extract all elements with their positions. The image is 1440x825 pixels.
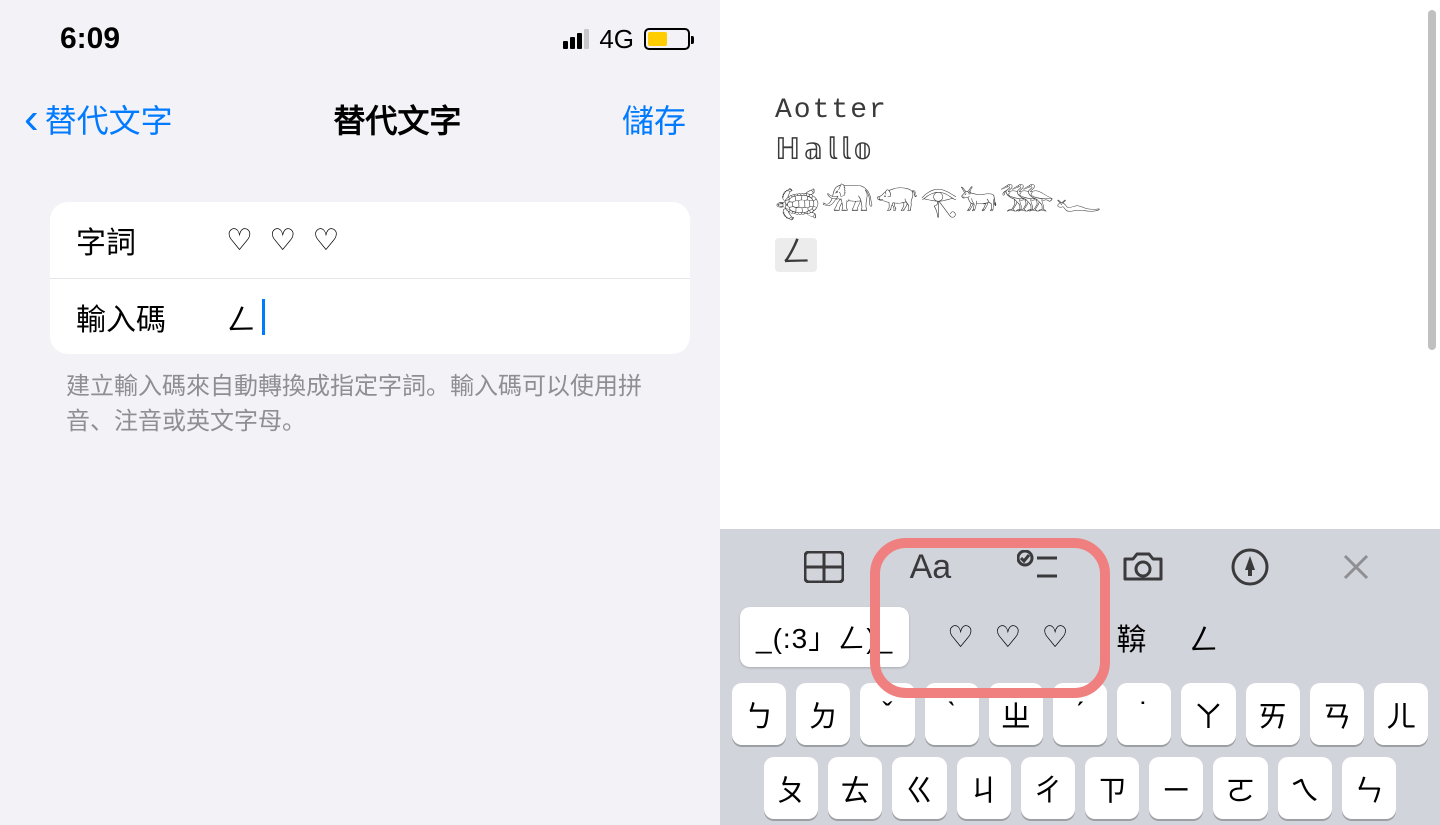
shortcut-value[interactable]: ㄥ — [226, 295, 664, 339]
candidate-2[interactable]: 鞥 — [1113, 609, 1151, 665]
key[interactable]: ㄢ — [1310, 683, 1364, 745]
back-label: 替代文字 — [45, 96, 173, 142]
markup-icon[interactable] — [1226, 547, 1274, 587]
battery-icon — [644, 28, 690, 50]
key[interactable]: ㄚ — [1181, 683, 1235, 745]
key[interactable]: ㄉ — [796, 683, 850, 745]
key-row-1: ㄅ ㄉ ˇ ˋ ㄓ ˊ ˙ ㄚ ㄞ ㄢ ㄦ — [732, 683, 1428, 745]
network-label: 4G — [599, 24, 634, 55]
candidate-0[interactable]: _(:3」ㄥ)_ — [740, 607, 909, 667]
key[interactable]: ㄦ — [1374, 683, 1428, 745]
phrase-value[interactable]: ♡ ♡ ♡ — [226, 223, 664, 258]
chevron-left-icon: ‹ — [24, 108, 39, 130]
keyboard: Aa _(:3」ㄥ)_ ♡ ♡ ♡ 鞥 ㄥ — [720, 529, 1440, 825]
scrollbar[interactable] — [1428, 10, 1436, 350]
table-icon[interactable] — [800, 547, 848, 587]
key[interactable]: ㄣ — [1342, 757, 1396, 819]
back-button[interactable]: ‹ 替代文字 — [24, 96, 173, 142]
key[interactable]: ˇ — [860, 683, 914, 745]
shortcut-label: 輸入碼 — [76, 295, 226, 339]
candidate-3[interactable]: ㄥ — [1185, 609, 1223, 665]
key[interactable]: ㄓ — [989, 683, 1043, 745]
phrase-row[interactable]: 字詞 ♡ ♡ ♡ — [50, 202, 690, 278]
notes-screen: Aotter ℍ𝕒𝕝𝕝𝕠 𓆉𓃰𓃟𓂀𓃒𓅢𓆑 ㄥ Aa — [720, 0, 1440, 825]
camera-icon[interactable] — [1119, 547, 1167, 587]
nav-bar: ‹ 替代文字 替代文字 儲存 — [0, 56, 720, 172]
phrase-label: 字詞 — [76, 218, 226, 262]
key[interactable]: ㄍ — [892, 757, 946, 819]
signal-icon — [563, 29, 589, 49]
key[interactable]: ˊ — [1053, 683, 1107, 745]
key[interactable]: ㄞ — [1246, 683, 1300, 745]
key[interactable]: ㄟ — [1278, 757, 1332, 819]
settings-screen: 6:09 4G ‹ 替代文字 替代文字 儲存 字詞 ♡ ♡ ♡ 輸入碼 — [0, 0, 720, 825]
form-hint: 建立輸入碼來自動轉換成指定字詞。輸入碼可以使用拼音、注音或英文字母。 — [0, 354, 720, 440]
close-keyboard-icon[interactable] — [1332, 547, 1380, 587]
shortcut-row[interactable]: 輸入碼 ㄥ — [50, 278, 690, 354]
key[interactable]: ㄗ — [1085, 757, 1139, 819]
candidate-1[interactable]: ♡ ♡ ♡ — [943, 614, 1078, 661]
key[interactable]: ㄔ — [1021, 757, 1075, 819]
key[interactable]: ˋ — [925, 683, 979, 745]
text-replacement-form: 字詞 ♡ ♡ ♡ 輸入碼 ㄥ — [50, 202, 690, 354]
note-line-1: Aotter — [775, 95, 1420, 126]
key[interactable]: ㄧ — [1149, 757, 1203, 819]
keyboard-toolbar: Aa — [720, 529, 1440, 601]
status-time: 6:09 — [60, 22, 120, 56]
keyboard-keys: ㄅ ㄉ ˇ ˋ ㄓ ˊ ˙ ㄚ ㄞ ㄢ ㄦ ㄆ ㄊ ㄍ ㄐ ㄔ — [720, 683, 1440, 825]
note-line-3: 𓆉𓃰𓃟𓂀𓃒𓅢𓆑 — [775, 171, 1420, 221]
key[interactable]: ㄅ — [732, 683, 786, 745]
key-row-2: ㄆ ㄊ ㄍ ㄐ ㄔ ㄗ ㄧ ㄛ ㄟ ㄣ — [732, 757, 1428, 819]
page-title: 替代文字 — [333, 96, 461, 142]
key[interactable]: ㄊ — [828, 757, 882, 819]
save-button[interactable]: 儲存 — [622, 96, 686, 142]
note-content[interactable]: Aotter ℍ𝕒𝕝𝕝𝕠 𓆉𓃰𓃟𓂀𓃒𓅢𓆑 ㄥ — [720, 0, 1440, 272]
key[interactable]: ㄐ — [957, 757, 1011, 819]
key[interactable]: ㄛ — [1213, 757, 1267, 819]
text-cursor — [262, 299, 265, 335]
note-line-2: ℍ𝕒𝕝𝕝𝕠 — [775, 132, 1420, 167]
key[interactable]: ˙ — [1117, 683, 1171, 745]
status-bar: 6:09 4G — [0, 0, 720, 56]
checklist-icon[interactable] — [1013, 547, 1061, 587]
text-format-icon[interactable]: Aa — [906, 547, 954, 587]
candidate-bar: _(:3」ㄥ)_ ♡ ♡ ♡ 鞥 ㄥ — [720, 601, 1440, 683]
key[interactable]: ㄆ — [764, 757, 818, 819]
note-line-4: ㄥ — [775, 227, 1420, 272]
